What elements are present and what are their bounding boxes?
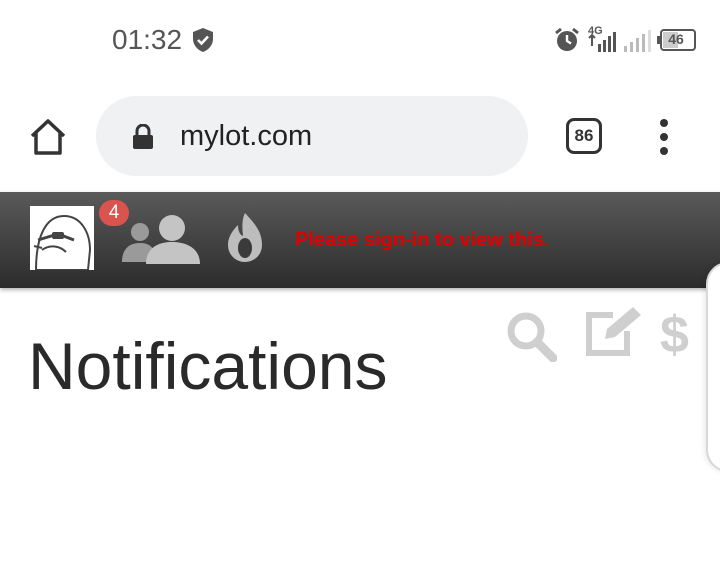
page-title: Notifications (28, 329, 388, 403)
dollar-icon[interactable]: $ (660, 305, 689, 365)
friends-icon[interactable] (120, 212, 202, 264)
shield-icon (193, 28, 213, 52)
browser-toolbar: mylot.com 86 (0, 80, 720, 192)
battery-level: 46 (668, 31, 684, 47)
network-type: 4G (588, 25, 603, 37)
more-vert-icon[interactable] (656, 118, 672, 156)
avatar[interactable] (30, 206, 94, 270)
signal-icon: 4G (588, 25, 616, 52)
site-header: 4 Please sign-in to view this. (0, 192, 720, 288)
status-time: 01:32 (112, 24, 183, 55)
alarm-icon (555, 27, 579, 51)
signin-message: Please sign-in to view this. (295, 229, 550, 251)
fire-icon[interactable] (226, 211, 264, 263)
url-text: mylot.com (180, 120, 313, 152)
search-icon[interactable] (505, 310, 557, 362)
home-icon[interactable] (28, 118, 68, 156)
edit-icon[interactable] (583, 305, 645, 357)
address-bar[interactable]: mylot.com (96, 96, 528, 176)
edge-panel-handle[interactable] (706, 262, 720, 472)
status-bar: 01:32 4G 46 (0, 0, 720, 80)
lock-icon (133, 124, 153, 149)
tab-switcher-button[interactable]: 86 (566, 118, 602, 154)
avatar-image (33, 214, 92, 270)
signal-2-icon (624, 30, 651, 52)
